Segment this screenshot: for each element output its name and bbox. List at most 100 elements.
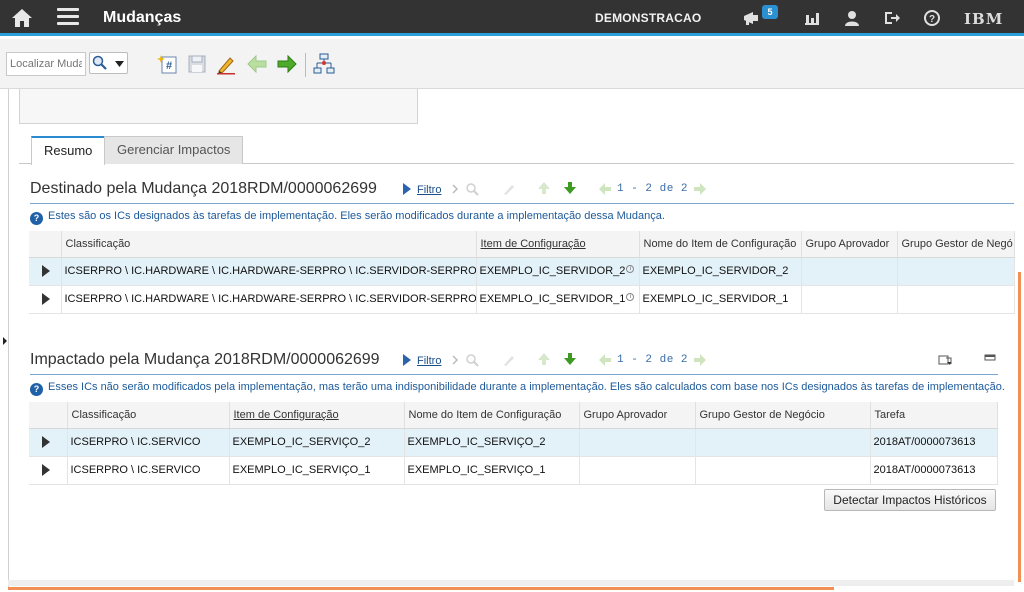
save-icon[interactable] [186, 53, 208, 75]
collapse-sidebar-icon[interactable] [3, 337, 7, 345]
cell-nome-item: EXEMPLO_IC_SERVIÇO_1 [404, 456, 580, 485]
chevron-right-icon [452, 355, 459, 365]
expand-row-icon[interactable] [42, 464, 50, 477]
column-header-item-configuracao[interactable]: Item de Configuração [229, 402, 405, 429]
impacted-table: Classificação Item de Configuração Nome … [29, 402, 998, 485]
menu-icon[interactable] [57, 8, 79, 26]
column-header-grupo-aprovador[interactable]: Grupo Aprovador [801, 231, 898, 258]
cell-item-configuracao: EXEMPLO_IC_SERVIÇO_2 [229, 428, 405, 457]
cell-item-configuracao[interactable]: EXEMPLO_IC_SERVIDOR_2 i [476, 257, 640, 286]
home-icon[interactable] [10, 7, 34, 29]
cell-grupo-aprovador [579, 428, 696, 457]
table-row[interactable]: ICSERPRO \ IC.HARDWARE \ IC.HARDWARE-SER… [29, 285, 1015, 314]
edit-row-icon[interactable] [502, 353, 516, 367]
record-content-area [8, 89, 1014, 589]
chevron-down-icon [115, 61, 124, 67]
cell-grupo-aprovador [579, 456, 696, 485]
previous-page-icon[interactable] [598, 353, 612, 367]
signout-icon[interactable] [883, 9, 901, 27]
column-header-grupo-gestor[interactable]: Grupo Gestor de Negó [897, 231, 1015, 258]
previous-record-icon[interactable] [246, 53, 268, 75]
help-icon[interactable]: ? [923, 9, 941, 27]
cell-nome-item: EXEMPLO_IC_SERVIDOR_2 [639, 257, 802, 286]
column-header-grupo-gestor[interactable]: Grupo Gestor de Negócio [695, 402, 871, 429]
cell-classificacao: ICSERPRO \ IC.SERVICO [67, 428, 230, 457]
find-record-input[interactable] [6, 52, 86, 76]
cell-item-configuracao[interactable]: EXEMPLO_IC_SERVIDOR_1 i [476, 285, 640, 314]
find-in-table-icon[interactable] [465, 353, 479, 367]
download-icon[interactable] [563, 352, 577, 366]
table-row[interactable]: ICSERPRO \ IC.SERVICO EXEMPLO_IC_SERVIÇO… [29, 428, 998, 457]
section-divider [30, 203, 1014, 204]
expand-row-icon[interactable] [42, 293, 50, 306]
cell-grupo-gestor [897, 257, 1015, 286]
cell-classificacao: ICSERPRO \ IC.HARDWARE \ IC.HARDWARE-SER… [61, 257, 477, 286]
targets-filter-link[interactable]: Filtro [417, 184, 441, 196]
cell-grupo-gestor [695, 428, 871, 457]
impacted-section-title: Impactado pela Mudança 2018RDM/000006269… [30, 351, 380, 368]
targets-section-title: Destinado pela Mudança 2018RDM/000006269… [30, 180, 377, 197]
table-row[interactable]: ICSERPRO \ IC.SERVICO EXEMPLO_IC_SERVIÇO… [29, 456, 998, 485]
column-header-nome-item[interactable]: Nome do Item de Configuração [404, 402, 580, 429]
impacted-info-text: ? Esses ICs não serão modificados pela im… [30, 381, 1005, 396]
column-header-tarefa[interactable]: Tarefa [870, 402, 998, 429]
previous-page-icon[interactable] [598, 182, 612, 196]
search-options-button[interactable] [89, 52, 128, 74]
report-icon[interactable] [803, 9, 821, 27]
expand-column-header [29, 231, 62, 258]
expand-row-icon[interactable] [42, 265, 50, 278]
clear-changes-icon[interactable] [215, 53, 237, 75]
top-navigation-bar: Mudanças DEMONSTRACAO 5 ? IBM [0, 0, 1024, 36]
sort-up-icon[interactable] [537, 352, 551, 366]
bulletin-icon[interactable] [742, 9, 760, 27]
search-icon [92, 55, 107, 70]
expand-row-icon[interactable] [42, 436, 50, 449]
details-textarea[interactable] [19, 89, 418, 124]
cell-grupo-aprovador [801, 257, 898, 286]
tenant-name: DEMONSTRACAO [595, 11, 702, 25]
horizontal-scroll-track [8, 580, 1014, 586]
find-in-table-icon[interactable] [465, 182, 479, 196]
filter-expand-icon[interactable] [402, 183, 412, 195]
cell-tarefa: 2018AT/0000073613 [870, 456, 998, 485]
new-record-icon[interactable]: # [157, 53, 179, 75]
column-header-item-configuracao[interactable]: Item de Configuração [476, 231, 640, 258]
column-header-nome-item[interactable]: Nome do Item de Configuração [639, 231, 802, 258]
notification-count-badge: 5 [762, 5, 778, 19]
select-records-icon[interactable] [938, 353, 952, 367]
ibm-logo: IBM [964, 10, 1004, 28]
filter-expand-icon[interactable] [402, 354, 412, 366]
targets-table: Classificação Item de Configuração Nome … [29, 231, 1015, 314]
section-divider [30, 374, 998, 375]
minimize-table-icon[interactable] [983, 353, 997, 367]
tab-resumo[interactable]: Resumo [31, 136, 106, 165]
column-header-grupo-aprovador[interactable]: Grupo Aprovador [579, 402, 696, 429]
info-icon: ? [30, 212, 43, 225]
targets-pager: 1 - 2 de 2 [617, 183, 689, 195]
table-row[interactable]: ICSERPRO \ IC.HARDWARE \ IC.HARDWARE-SER… [29, 257, 1015, 286]
horizontal-scrollbar[interactable] [8, 587, 834, 590]
cell-nome-item: EXEMPLO_IC_SERVIDOR_1 [639, 285, 802, 314]
info-icon[interactable]: i [626, 293, 635, 301]
column-header-classificacao[interactable]: Classificação [61, 231, 477, 258]
next-page-icon[interactable] [693, 353, 707, 367]
detect-historical-impacts-button[interactable]: Detectar Impactos Históricos [824, 489, 996, 511]
workflow-icon[interactable] [313, 53, 335, 75]
cell-item-configuracao: EXEMPLO_IC_SERVIÇO_1 [229, 456, 405, 485]
next-record-icon[interactable] [276, 53, 298, 75]
download-icon[interactable] [563, 181, 577, 195]
tab-gerenciar-impactos[interactable]: Gerenciar Impactos [104, 136, 244, 164]
impacted-filter-link[interactable]: Filtro [417, 355, 441, 367]
cell-grupo-gestor [695, 456, 871, 485]
vertical-scrollbar[interactable] [1018, 272, 1021, 582]
sort-up-icon[interactable] [537, 181, 551, 195]
profile-icon[interactable] [843, 9, 861, 27]
column-header-classificacao[interactable]: Classificação [67, 402, 230, 429]
impacted-pager: 1 - 2 de 2 [617, 354, 689, 366]
edit-row-icon[interactable] [502, 182, 516, 196]
targets-info-text: ? Estes são os ICs designados às tarefas … [30, 210, 665, 225]
next-page-icon[interactable] [693, 182, 707, 196]
cell-tarefa: 2018AT/0000073613 [870, 428, 998, 457]
info-icon[interactable]: i [626, 265, 635, 273]
svg-text:?: ? [929, 14, 935, 25]
